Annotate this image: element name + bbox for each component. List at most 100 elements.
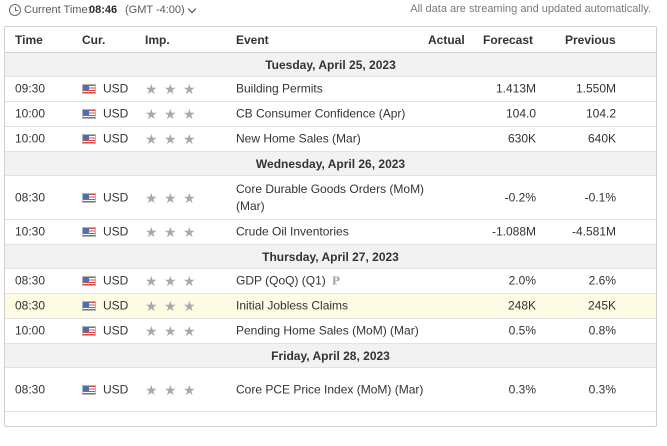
date-label: Wednesday, April 26, 2023 [255, 157, 406, 171]
us-flag-icon [82, 84, 96, 94]
event-name[interactable]: Crude Oil Inventories [236, 225, 349, 239]
event-name-cell[interactable]: Core PCE Price Index (MoM) (Mar) [236, 381, 436, 398]
event-name-cell[interactable]: GDP (QoQ) (Q1) P [236, 273, 436, 290]
star-icon: ★ [145, 189, 158, 206]
event-row[interactable]: 08:30 USD ★ ★ ★ Core PCE Price Index (MoM) (M… [5, 368, 656, 412]
event-forecast: 2.0% [508, 273, 536, 288]
star-icon: ★ [164, 81, 177, 97]
star-icon: ★ [183, 298, 196, 314]
event-time: 10:00 [15, 106, 46, 121]
star-icon: ★ [183, 381, 196, 398]
event-previous: 245K [587, 298, 616, 313]
us-flag-icon [82, 109, 96, 119]
event-currency: USD [103, 190, 129, 204]
event-row[interactable]: 09:30 USD ★ ★ ★ Building Permits 1.413M 1.550M [5, 77, 656, 102]
event-previous: 640K [587, 131, 616, 146]
event-currency: USD [103, 382, 129, 396]
importance-stars: ★ ★ ★ [145, 82, 197, 96]
us-flag-icon [82, 192, 96, 203]
star-icon: ★ [145, 381, 158, 398]
date-label: Friday, April 28, 2023 [271, 349, 390, 363]
current-time-value: 08:46 [89, 4, 118, 16]
event-name-cell[interactable]: Initial Jobless Claims [236, 298, 436, 315]
importance-stars: ★ ★ ★ [145, 132, 197, 146]
date-label: Thursday, April 27, 2023 [262, 250, 399, 264]
chevron-down-icon[interactable] [187, 4, 197, 14]
importance-stars: ★ ★ ★ [145, 324, 197, 338]
event-forecast: 630K [507, 131, 536, 146]
event-name[interactable]: Pending Home Sales (MoM) (Mar) [236, 324, 419, 338]
event-previous: 0.3% [588, 382, 616, 396]
star-icon: ★ [145, 273, 158, 289]
star-icon: ★ [145, 106, 158, 122]
date-row: Thursday, April 27, 2023 [5, 245, 656, 269]
star-icon: ★ [164, 131, 177, 147]
event-currency: USD [103, 131, 129, 146]
event-name[interactable]: GDP (QoQ) (Q1) [236, 274, 326, 288]
star-icon: ★ [145, 224, 158, 240]
star-icon: ★ [183, 273, 196, 289]
event-name[interactable]: Core Durable Goods Orders (MoM) (Mar) [236, 182, 424, 213]
event-row[interactable]: 08:30 USD ★ ★ ★ Core Durable Goods Orders (Mo… [5, 176, 656, 220]
event-name-cell[interactable]: CB Consumer Confidence (Apr) [236, 106, 436, 123]
event-previous: -0.1% [584, 190, 616, 204]
event-row[interactable]: 08:30 USD ★ ★ ★ GDP (QoQ) (Q1) P 2.0% 2.6% [5, 269, 656, 294]
event-name[interactable]: CB Consumer Confidence (Apr) [236, 107, 405, 121]
event-forecast: 0.3% [508, 382, 536, 396]
star-icon: ★ [183, 106, 196, 122]
event-name-cell[interactable]: Pending Home Sales (MoM) (Mar) [236, 323, 436, 340]
event-name[interactable]: Building Permits [236, 82, 323, 96]
event-name-cell[interactable]: Crude Oil Inventories [236, 224, 436, 241]
star-icon: ★ [164, 298, 177, 314]
event-name[interactable]: Core PCE Price Index (MoM) (Mar) [236, 382, 423, 396]
star-icon: ★ [183, 189, 196, 206]
event-previous: 1.550M [575, 81, 616, 96]
event-time: 08:30 [15, 298, 46, 313]
event-time: 08:30 [15, 190, 46, 204]
importance-stars: ★ ★ ★ [145, 225, 197, 239]
header-actual: Actual [428, 33, 465, 47]
event-currency: USD [103, 273, 129, 288]
event-previous: 2.6% [588, 273, 616, 288]
preliminary-badge-icon: P [331, 274, 341, 288]
header-currency: Cur. [82, 33, 106, 47]
date-row: Wednesday, April 26, 2023 [5, 152, 656, 176]
star-icon: ★ [183, 131, 196, 147]
date-row: Tuesday, April 25, 2023 [5, 53, 656, 77]
event-name[interactable]: New Home Sales (Mar) [236, 132, 361, 146]
event-name-cell[interactable]: New Home Sales (Mar) [236, 131, 436, 148]
date-label: Tuesday, April 25, 2023 [265, 58, 396, 72]
star-icon: ★ [183, 323, 196, 339]
event-row[interactable]: 10:00 USD ★ ★ ★ CB Consumer Confidence (Apr) 1… [5, 102, 656, 127]
star-icon: ★ [164, 224, 177, 240]
event-forecast: 104.0 [505, 106, 536, 121]
event-time: 08:30 [15, 382, 46, 396]
us-flag-icon [82, 134, 96, 144]
us-flag-icon [82, 276, 96, 286]
event-name[interactable]: Initial Jobless Claims [236, 299, 348, 313]
event-forecast: 248K [507, 298, 536, 313]
star-icon: ★ [164, 189, 177, 206]
event-row[interactable]: 08:30 USD ★ ★ ★ Initial Jobless Claims 248K 245… [5, 294, 656, 319]
event-row[interactable]: 10:00 USD ★ ★ ★ New Home Sales (Mar) 630K 640K [5, 127, 656, 152]
header-forecast: Forecast [483, 33, 534, 47]
header-event: Event [236, 33, 269, 47]
star-icon: ★ [183, 81, 196, 97]
header-importance: Imp. [145, 33, 170, 47]
importance-stars: ★ ★ ★ [145, 383, 197, 397]
event-currency: USD [103, 106, 129, 121]
star-icon: ★ [164, 323, 177, 339]
event-name-cell[interactable]: Core Durable Goods Orders (MoM) (Mar) [236, 181, 436, 215]
timezone-selector[interactable]: (GMT -4:00) [125, 4, 185, 16]
importance-stars: ★ ★ ★ [145, 107, 197, 121]
table-header: Time Cur. Imp. Event Actual Forecast Pre… [5, 27, 656, 53]
importance-stars: ★ ★ ★ [145, 191, 197, 205]
star-icon: ★ [183, 224, 196, 240]
event-row[interactable]: 10:00 USD ★ ★ ★ Pending Home Sales (MoM) (Mar… [5, 319, 656, 344]
economic-calendar-table: Time Cur. Imp. Event Actual Forecast Pre… [4, 26, 657, 427]
event-name-cell[interactable]: Building Permits [236, 81, 436, 98]
event-row[interactable]: 10:30 USD ★ ★ ★ Crude Oil Inventories -1.088M -… [5, 220, 656, 245]
header-previous: Previous [565, 33, 616, 47]
event-currency: USD [103, 298, 129, 313]
event-previous: 0.8% [588, 323, 616, 338]
